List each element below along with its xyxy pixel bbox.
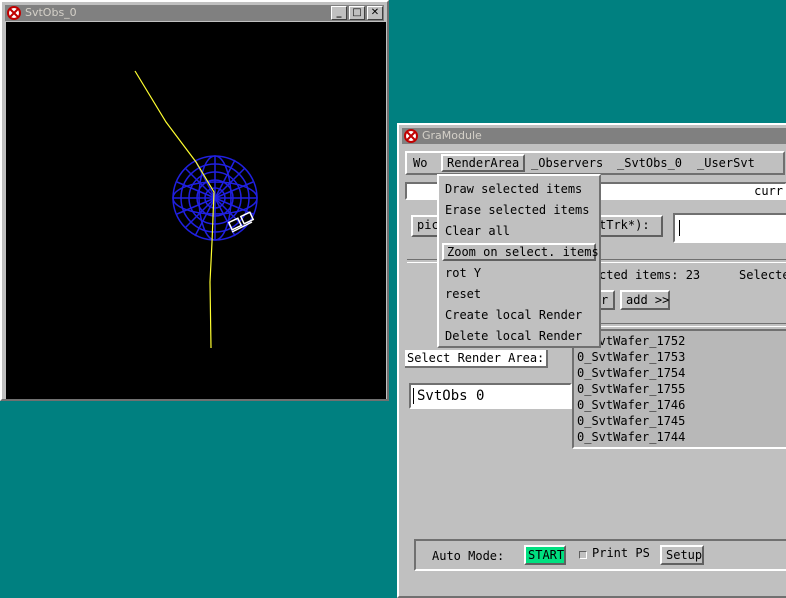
setup-button[interactable]: Setup — [660, 545, 704, 565]
list-item[interactable]: 0_SvtWafer_1745 — [574, 413, 685, 429]
text-cursor — [679, 220, 680, 236]
pattern-input[interactable] — [673, 213, 786, 243]
svtobs-titlebar[interactable]: SvtObs_0 _ □ ✕ — [5, 5, 384, 21]
menubar: Wo RenderArea _Observers _SvtObs_0 _User… — [405, 151, 785, 175]
menu-item-delete-local-render[interactable]: Delete local Render — [445, 327, 582, 345]
wafer-list[interactable]: 0_SvtWafer_1752 0_SvtWafer_1753 0_SvtWaf… — [572, 329, 786, 449]
list-item[interactable]: 0_SvtWafer_1755 — [574, 381, 685, 397]
menu-renderarea[interactable]: RenderArea — [441, 154, 526, 172]
list-item[interactable]: 0_SvtWafer_1754 — [574, 365, 685, 381]
menu-item-clear-all[interactable]: Clear all — [445, 222, 510, 240]
render-area-value: SvtObs 0 — [417, 388, 485, 404]
start-button[interactable]: START — [524, 545, 566, 565]
select-render-area-label: Select Render Area: — [405, 350, 549, 368]
separator — [575, 323, 786, 327]
app-icon — [7, 6, 21, 20]
status-text: curr — [754, 184, 783, 198]
print-ps-checkbox[interactable] — [579, 551, 587, 559]
menu-item-draw-selected[interactable]: Draw selected items — [445, 180, 582, 198]
text-cursor — [413, 388, 414, 404]
list-item[interactable]: 0_SvtWafer_1753 — [574, 349, 685, 365]
selected-header: Selecte — [739, 268, 786, 282]
close-button[interactable]: ✕ — [367, 6, 383, 20]
window-title: SvtObs_0 — [25, 6, 77, 19]
auto-mode-label: Auto Mode: — [432, 549, 505, 563]
list-item[interactable]: 0_SvtWafer_1746 — [574, 397, 685, 413]
maximize-button[interactable]: □ — [349, 6, 365, 20]
menu-item-zoom-selected[interactable]: Zoom on select. items — [442, 243, 599, 261]
menu-item-create-local-render[interactable]: Create local Render — [445, 306, 582, 324]
add-button[interactable]: add >> — [620, 290, 670, 310]
menu-item-rot-y[interactable]: rot Y — [445, 264, 481, 282]
detector-view — [134, 70, 258, 349]
control-bar: Auto Mode: START Print PS Setup — [414, 539, 786, 571]
minimize-button[interactable]: _ — [331, 6, 347, 20]
renderarea-dropdown: Draw selected items Erase selected items… — [437, 174, 601, 348]
svtobs-window: SvtObs_0 _ □ ✕ — [0, 0, 389, 401]
menu-observers[interactable]: _Observers — [531, 154, 603, 172]
menu-svtobs0[interactable]: _SvtObs_0 — [617, 154, 682, 172]
list-item[interactable]: 0_SvtWafer_1744 — [574, 429, 685, 445]
selected-items-count: cted items: 23 — [599, 268, 701, 282]
app-icon — [404, 129, 418, 143]
menu-wo[interactable]: Wo — [413, 154, 427, 172]
render-area-field[interactable]: SvtObs 0 — [409, 383, 572, 409]
window-title: GraModule — [422, 129, 482, 142]
menu-item-erase-selected[interactable]: Erase selected items — [445, 201, 590, 219]
menu-item-reset[interactable]: reset — [445, 285, 481, 303]
gramodule-titlebar[interactable]: GraModule — [402, 128, 786, 144]
menu-usersvt[interactable]: _UserSvt — [697, 154, 755, 172]
print-ps-label: Print PS — [592, 546, 650, 560]
pattern-button[interactable]: tTrk*): — [593, 215, 663, 237]
wafer-list-rows: 0_SvtWafer_1752 0_SvtWafer_1753 0_SvtWaf… — [574, 333, 685, 445]
render-canvas[interactable] — [6, 22, 386, 399]
